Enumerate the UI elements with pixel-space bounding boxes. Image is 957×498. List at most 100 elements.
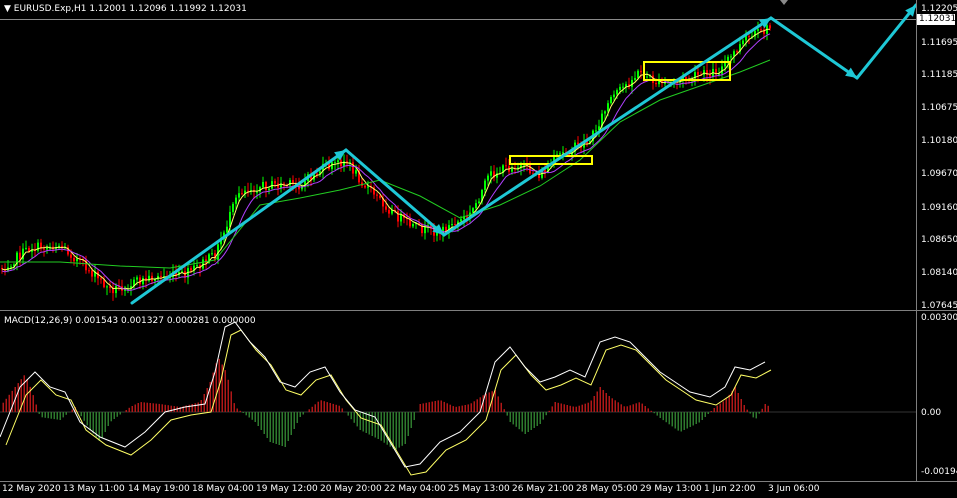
candle-body bbox=[367, 186, 369, 188]
candle-body bbox=[451, 224, 453, 226]
macd-histogram-bar bbox=[149, 403, 151, 412]
price-chart[interactable] bbox=[0, 0, 916, 310]
macd-histogram-bar bbox=[677, 412, 679, 431]
macd-histogram-bar bbox=[713, 408, 715, 412]
macd-histogram-bar bbox=[65, 412, 67, 415]
candle-body bbox=[460, 219, 462, 222]
candle-body bbox=[265, 182, 267, 191]
candle-body bbox=[73, 257, 75, 262]
candle-body bbox=[604, 111, 606, 114]
macd-histogram-bar bbox=[521, 412, 523, 432]
candle-body bbox=[238, 193, 240, 198]
macd-signal-line bbox=[5, 329, 772, 476]
macd-histogram-bar bbox=[587, 402, 589, 412]
candle-body bbox=[106, 286, 108, 288]
macd-histogram-bar bbox=[575, 406, 577, 412]
macd-histogram-bar bbox=[101, 412, 103, 438]
macd-histogram-bar bbox=[407, 412, 409, 436]
candle-body bbox=[697, 72, 699, 75]
candle-body bbox=[685, 77, 687, 80]
macd-histogram-bar bbox=[8, 394, 10, 412]
macd-histogram-bar bbox=[359, 412, 361, 430]
macd-histogram-bar bbox=[32, 395, 34, 412]
macd-histogram-bar bbox=[593, 396, 595, 412]
macd-histogram-bar bbox=[680, 412, 682, 432]
macd-histogram-bar bbox=[290, 412, 292, 435]
trend-arrow bbox=[855, 3, 916, 80]
macd-histogram-bar bbox=[302, 412, 304, 415]
macd-histogram-bar bbox=[89, 412, 91, 430]
macd-histogram-bar bbox=[383, 412, 385, 443]
macd-histogram-bar bbox=[287, 412, 289, 441]
candle-body bbox=[262, 182, 264, 188]
macd-histogram-bar bbox=[362, 412, 364, 432]
macd-histogram-bar bbox=[320, 400, 322, 412]
pane-separator[interactable] bbox=[0, 310, 957, 311]
macd-histogram-bar bbox=[476, 399, 478, 412]
macd-histogram-bar bbox=[140, 402, 142, 412]
macd-histogram-bar bbox=[608, 396, 610, 412]
macd-histogram-bar bbox=[374, 412, 376, 438]
macd-histogram-bar bbox=[728, 394, 730, 412]
chart-window[interactable]: ▼ EURUSD.Exp,H1 1.12001 1.12096 1.11992 … bbox=[0, 0, 957, 498]
candle-body bbox=[364, 185, 366, 188]
candle-body bbox=[730, 56, 732, 58]
candle-body bbox=[355, 170, 357, 174]
trend-arrow bbox=[769, 16, 859, 80]
candle-body bbox=[10, 266, 12, 268]
macd-histogram-bar bbox=[629, 405, 631, 412]
candle-body bbox=[454, 224, 456, 225]
price-tick: 1.10675 bbox=[921, 103, 957, 113]
macd-histogram-bar bbox=[134, 404, 136, 412]
current-price-marker: 1.12031 bbox=[917, 14, 957, 25]
macd-histogram-bar bbox=[413, 412, 415, 420]
macd-histogram-bar bbox=[431, 401, 433, 412]
macd-histogram-bar bbox=[314, 404, 316, 413]
macd-histogram-bar bbox=[257, 412, 259, 426]
macd-histogram-bar bbox=[506, 412, 508, 416]
candle-body bbox=[226, 226, 228, 233]
macd-histogram-bar bbox=[539, 412, 541, 424]
macd-chart[interactable] bbox=[0, 312, 916, 482]
candle-body bbox=[616, 90, 618, 95]
macd-histogram-bar bbox=[524, 412, 526, 434]
macd-histogram-bar bbox=[668, 412, 670, 425]
candle-body bbox=[736, 51, 738, 53]
macd-histogram-bar bbox=[605, 393, 607, 412]
macd-histogram-bar bbox=[296, 412, 298, 423]
macd-histogram-bar bbox=[353, 412, 355, 423]
macd-histogram-bar bbox=[530, 412, 532, 430]
macd-histogram-bar bbox=[647, 408, 649, 412]
trend-arrow bbox=[130, 148, 348, 305]
macd-histogram-bar bbox=[638, 402, 640, 412]
macd-histogram-bar bbox=[752, 412, 754, 418]
macd-histogram-bar bbox=[581, 404, 583, 412]
candle-body bbox=[292, 180, 294, 184]
price-tick: 1.09670 bbox=[921, 169, 957, 179]
macd-histogram-bar bbox=[740, 399, 742, 412]
candle-body bbox=[490, 171, 492, 176]
macd-histogram-bar bbox=[71, 409, 73, 412]
macd-histogram-bar bbox=[191, 404, 193, 412]
macd-histogram-bar bbox=[230, 391, 232, 412]
macd-histogram-bar bbox=[80, 412, 82, 417]
candle-body bbox=[268, 188, 270, 191]
macd-histogram-bar bbox=[398, 412, 400, 448]
trend-arrow bbox=[344, 148, 446, 237]
macd-histogram-bar bbox=[695, 412, 697, 424]
macd-histogram-bar bbox=[137, 403, 139, 412]
candle-body bbox=[637, 70, 639, 79]
candle-body bbox=[352, 162, 354, 174]
macd-histogram-bar bbox=[410, 412, 412, 428]
macd-histogram-bar bbox=[641, 403, 643, 412]
macd-histogram-bar bbox=[500, 402, 502, 412]
macd-histogram-bar bbox=[251, 412, 253, 420]
candle-body bbox=[748, 36, 750, 38]
macd-histogram-bar bbox=[35, 404, 37, 412]
macd-histogram-bar bbox=[281, 412, 283, 446]
macd-histogram-bar bbox=[227, 379, 229, 412]
macd-histogram-bar bbox=[563, 404, 565, 413]
macd-histogram-bar bbox=[710, 411, 712, 412]
candle-body bbox=[43, 248, 45, 250]
macd-histogram-bar bbox=[719, 403, 721, 412]
